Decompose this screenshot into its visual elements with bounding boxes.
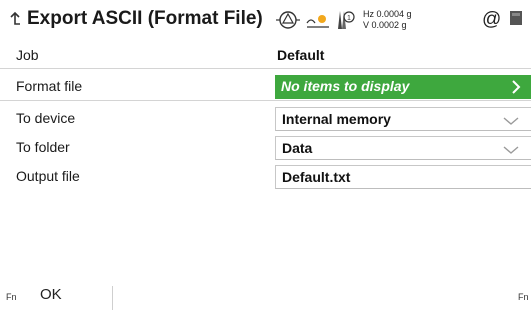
chevron-down-icon — [503, 142, 519, 160]
page-title: Export ASCII (Format File) — [27, 8, 263, 29]
job-value: Default — [277, 47, 325, 63]
fn-key-right[interactable]: Fn — [518, 292, 529, 302]
to-folder-dropdown[interactable]: Data — [275, 136, 531, 160]
job-row: Job Default — [0, 44, 531, 68]
svg-text:1: 1 — [347, 15, 351, 22]
divider — [0, 68, 531, 69]
divider — [0, 100, 531, 101]
softkey-divider — [112, 286, 113, 310]
format-file-selector[interactable]: No items to display — [275, 75, 531, 99]
to-device-label: To device — [16, 110, 76, 126]
output-file-input[interactable]: Default.txt — [275, 165, 531, 189]
tilt-compensator-icon[interactable]: 1 — [334, 7, 356, 38]
atr-lock-icon[interactable] — [305, 9, 331, 36]
format-file-row: Format file No items to display — [0, 75, 531, 99]
hz-readout: Hz 0.0004 g — [363, 9, 412, 19]
to-device-row: To device Internal memory — [0, 107, 531, 131]
back-arrow-icon[interactable] — [8, 11, 22, 29]
format-file-label: Format file — [16, 78, 83, 94]
v-readout: V 0.0002 g — [363, 20, 407, 30]
softkey-bar: Fn OK Fn — [0, 278, 531, 317]
job-label: Job — [16, 47, 39, 63]
output-file-label: Output file — [16, 168, 80, 184]
to-device-dropdown[interactable]: Internal memory — [275, 107, 531, 131]
fn-key-left[interactable]: Fn — [6, 292, 17, 302]
prism-target-icon[interactable] — [276, 9, 300, 36]
battery-icon — [509, 10, 523, 31]
ok-button[interactable]: OK — [24, 283, 112, 311]
output-file-row: Output file Default.txt — [0, 165, 531, 189]
at-symbol[interactable]: @ — [482, 9, 501, 31]
angle-readout: Hz 0.0004 g V 0.0002 g — [363, 9, 412, 31]
to-folder-row: To folder Data — [0, 136, 531, 160]
ok-label: OK — [40, 286, 62, 303]
to-folder-value: Data — [282, 140, 313, 156]
to-device-value: Internal memory — [282, 111, 391, 127]
title-bar: Export ASCII (Format File) 1 Hz 0.0004 g… — [0, 0, 531, 42]
chevron-right-icon — [511, 79, 521, 100]
to-folder-label: To folder — [16, 139, 70, 155]
format-file-value: No items to display — [281, 78, 410, 94]
chevron-down-icon — [503, 113, 519, 131]
output-file-value: Default.txt — [282, 169, 351, 185]
